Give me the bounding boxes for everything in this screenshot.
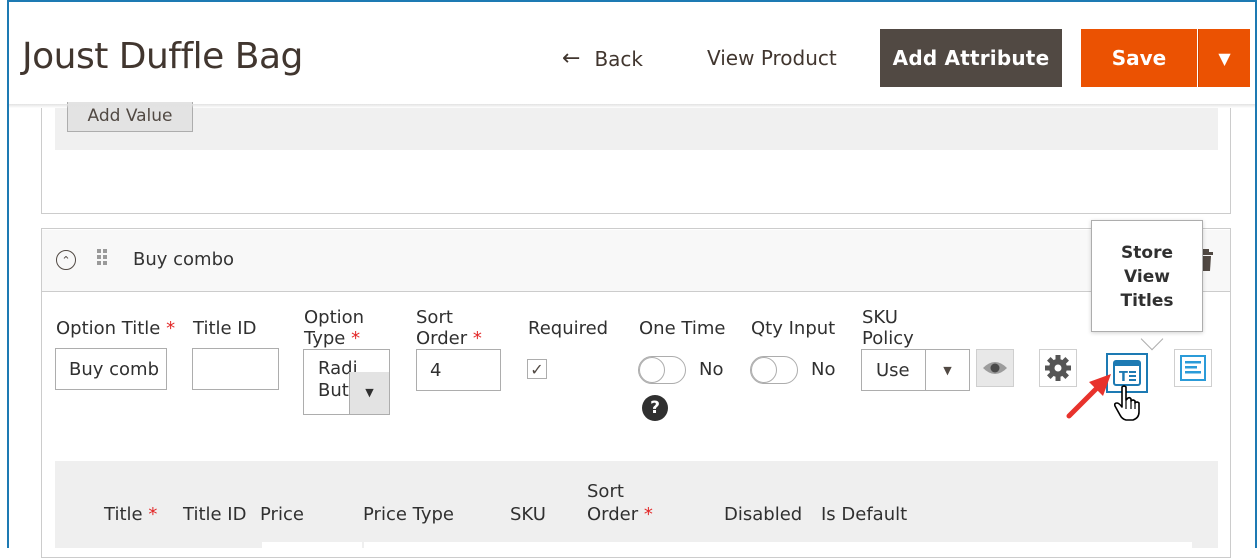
column-sku: SKU	[510, 504, 546, 525]
eye-icon	[983, 362, 1007, 374]
option-type-select[interactable]: Radio Butt ▼	[303, 349, 390, 415]
one-time-toggle[interactable]	[638, 356, 686, 384]
option-type-label: Option Type *	[304, 307, 365, 349]
column-price: Price	[260, 504, 304, 525]
qty-input-label: Qty Input	[751, 318, 836, 339]
option-title-input[interactable]: Buy comb	[55, 348, 167, 390]
back-label: Back	[594, 46, 643, 71]
sku-policy-select[interactable]: Use ▼	[861, 349, 970, 391]
save-dropdown-button[interactable]: ▼	[1198, 29, 1250, 87]
drag-handle-icon[interactable]	[96, 248, 108, 270]
one-time-label: One Time	[639, 318, 726, 339]
store-view-titles-tooltip: Store View Titles	[1091, 220, 1203, 332]
header-shadow	[9, 104, 1255, 108]
view-product-button[interactable]: View Product	[707, 46, 837, 70]
previous-option-values-area	[55, 108, 1218, 150]
checkmark-icon: ✓	[530, 359, 544, 379]
title-id-input[interactable]	[192, 348, 279, 390]
sort-order-input[interactable]: 4	[416, 349, 501, 391]
one-time-state: No	[699, 359, 724, 380]
option-title-label: Option Title *	[56, 318, 176, 339]
description-button[interactable]	[1174, 349, 1212, 387]
toggle-knob	[639, 357, 665, 383]
dropdown-arrow-icon: ▼	[925, 350, 969, 390]
dropdown-arrow-icon: ▼	[349, 372, 389, 414]
page-title: Joust Duffle Bag	[22, 36, 303, 77]
visibility-button[interactable]	[976, 349, 1014, 387]
column-title-id: Title ID	[183, 504, 247, 525]
collapse-icon[interactable]: ⌃	[56, 250, 76, 270]
add-attribute-button[interactable]: Add Attribute	[880, 29, 1062, 87]
column-is-default: Is Default	[821, 504, 908, 525]
back-arrow-icon: ←	[562, 46, 581, 71]
value-row-title-input[interactable]	[262, 542, 362, 552]
toggle-knob	[751, 357, 777, 383]
help-icon[interactable]: ?	[642, 395, 668, 421]
qty-input-toggle[interactable]	[750, 356, 798, 384]
value-row-price-input[interactable]	[364, 542, 1192, 552]
back-button[interactable]: ← Back	[562, 46, 643, 71]
description-icon	[1180, 355, 1206, 381]
required-label: Required	[528, 318, 609, 339]
required-checkbox[interactable]: ✓	[527, 359, 547, 379]
column-disabled: Disabled	[724, 504, 803, 525]
column-title: Title *	[104, 504, 158, 525]
dropdown-arrow-icon: ▼	[1218, 48, 1231, 68]
title-id-label: Title ID	[193, 318, 257, 339]
hand-cursor-icon	[1113, 385, 1140, 421]
sku-policy-label: SKU Policy	[862, 307, 914, 349]
qty-input-state: No	[811, 359, 836, 380]
option-name: Buy combo	[133, 249, 235, 270]
column-price-type: Price Type	[363, 504, 454, 525]
column-sort-order: Sort Order *	[587, 481, 653, 525]
save-button[interactable]: Save	[1081, 29, 1197, 87]
sort-order-label: Sort Order *	[416, 307, 482, 349]
